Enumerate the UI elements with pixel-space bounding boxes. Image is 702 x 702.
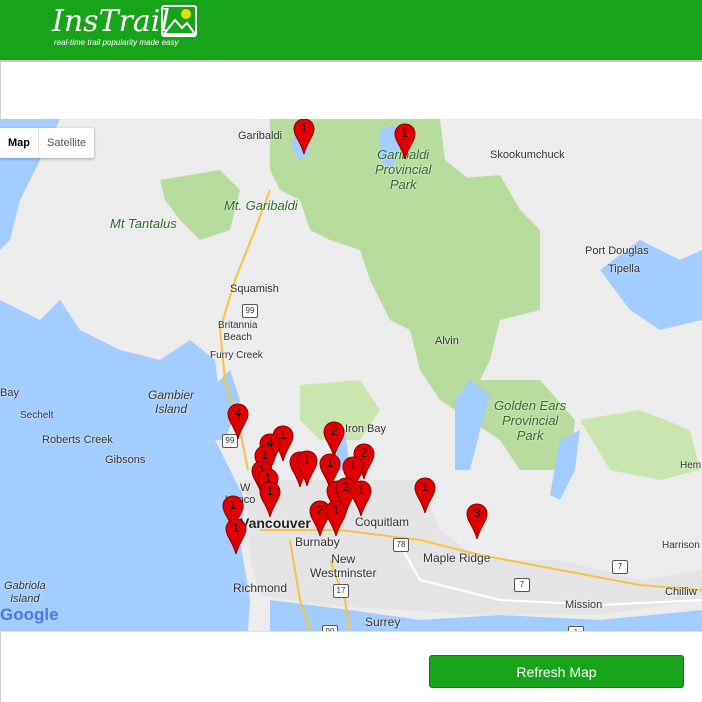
highway-shield: 99 bbox=[242, 304, 258, 318]
trail-marker[interactable]: 1 bbox=[394, 123, 416, 160]
highway-shield: 17 bbox=[333, 584, 349, 598]
trail-marker-count: 1 bbox=[421, 480, 429, 494]
place-label-port-douglas: Port Douglas bbox=[585, 245, 649, 257]
trail-marker-count: 1 bbox=[401, 126, 409, 140]
place-label-surrey: Surrey bbox=[365, 615, 401, 629]
refresh-map-button[interactable]: Refresh Map bbox=[429, 655, 684, 688]
trail-marker[interactable]: 1 bbox=[225, 518, 247, 555]
landscape-photo-icon bbox=[161, 5, 197, 37]
trail-marker-count: 1 bbox=[266, 484, 274, 498]
place-label-new-westminster: New Westminster bbox=[310, 552, 377, 580]
highway-shield: 78 bbox=[393, 538, 409, 552]
place-label-coquitlam: Coquitlam bbox=[355, 515, 410, 529]
trail-marker[interactable]: 1 bbox=[414, 477, 436, 514]
highway-shield: 7 bbox=[514, 578, 530, 592]
place-label-mission: Mission bbox=[565, 599, 603, 611]
place-label-tipella: Tipella bbox=[608, 263, 640, 275]
place-label-golden-ears: Golden Ears Provincial Park bbox=[494, 398, 567, 443]
trail-marker-count: 1 bbox=[232, 521, 240, 535]
place-label-alvin: Alvin bbox=[435, 335, 459, 347]
trail-marker[interactable]: 4 bbox=[227, 403, 249, 440]
trail-marker[interactable]: 3 bbox=[466, 503, 488, 540]
map-view-button[interactable]: Map bbox=[0, 128, 38, 158]
trail-marker[interactable]: 1 bbox=[259, 481, 281, 518]
place-label-gambier: Gambier Island bbox=[148, 388, 195, 416]
trail-marker[interactable]: 1 bbox=[350, 480, 372, 517]
map-bottom-divider bbox=[0, 631, 702, 632]
place-label-gibsons: Gibsons bbox=[105, 454, 146, 466]
trail-marker-count: 1 bbox=[332, 503, 340, 517]
place-label-skookumchuck: Skookumchuck bbox=[490, 149, 565, 161]
trail-marker[interactable]: 1 bbox=[293, 119, 315, 155]
place-label-maple-ridge: Maple Ridge bbox=[423, 551, 491, 565]
trail-marker-count: 2 bbox=[330, 424, 338, 438]
place-label-harrison: Harrison bbox=[662, 540, 700, 551]
place-label-mt-tantalus: Mt Tantalus bbox=[110, 216, 177, 231]
place-label-mt-garibaldi: Mt. Garibaldi bbox=[224, 198, 298, 213]
place-label-richmond: Richmond bbox=[233, 581, 288, 595]
trail-marker-count: 1 bbox=[303, 453, 311, 467]
trail-marker[interactable]: 1 bbox=[296, 450, 318, 487]
trail-marker-count: 3 bbox=[473, 506, 481, 520]
place-label-furry-creek: Furry Creek bbox=[210, 350, 263, 361]
trail-marker-count: 1 bbox=[326, 456, 334, 470]
trail-marker-count: 1 bbox=[357, 483, 365, 497]
place-label-roberts-creek: Roberts Creek bbox=[42, 434, 113, 446]
trail-marker-count: 4 bbox=[234, 406, 242, 420]
logo-tagline: real-time trail popularity made easy bbox=[54, 38, 179, 47]
app-header: InsTrail real-time trail popularity made… bbox=[0, 0, 702, 62]
place-label-chilliw: Chilliw bbox=[665, 586, 697, 598]
place-label-britannia: Britannia Beach bbox=[218, 320, 258, 343]
trail-map[interactable]: GaribaldiGaribaldiProvincialParkSkookumc… bbox=[0, 119, 702, 631]
place-label-sechelt: Sechelt bbox=[20, 410, 54, 421]
place-label-hem: Hem bbox=[680, 460, 702, 471]
instrail-logo[interactable]: InsTrail real-time trail popularity made… bbox=[52, 4, 202, 50]
place-label-garibaldi: Garibaldi bbox=[238, 130, 283, 142]
trail-marker-count: 1 bbox=[349, 459, 357, 473]
highway-shield: 7 bbox=[612, 560, 628, 574]
trail-marker-count: 1 bbox=[300, 121, 308, 135]
map-type-control: Map Satellite bbox=[0, 128, 95, 158]
place-label-iron-bay: Iron Bay bbox=[345, 423, 386, 435]
trail-marker-count: 1 bbox=[229, 498, 237, 512]
google-logo: Google bbox=[0, 605, 59, 624]
logo-wordmark: InsTrail bbox=[52, 4, 170, 39]
place-label-burnaby: Burnaby bbox=[295, 535, 340, 549]
place-label-bay: Bay bbox=[0, 387, 19, 399]
place-label-squamish: Squamish bbox=[230, 283, 279, 295]
trail-marker[interactable]: 1 bbox=[325, 500, 347, 537]
satellite-view-button[interactable]: Satellite bbox=[38, 128, 94, 158]
place-label-gabriola: Gabriola Island bbox=[4, 580, 46, 605]
